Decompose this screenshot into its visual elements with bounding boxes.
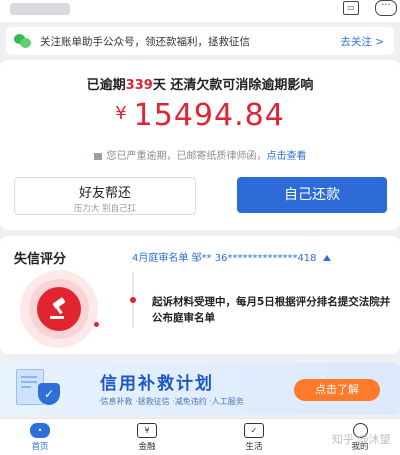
speaker-icon: [93, 153, 102, 160]
overdue-days: 339: [125, 78, 153, 93]
tab-home[interactable]: • 首页: [10, 423, 70, 452]
overdue-suffix: 天 还清欠款可消除逾期影响: [152, 78, 314, 93]
life-icon: ✓: [244, 423, 264, 438]
credit-score-title: 失信评分: [14, 252, 67, 267]
home-icon: •: [30, 423, 50, 438]
gavel-icon: [37, 287, 81, 331]
view-link[interactable]: 点击查看: [267, 151, 307, 162]
currency-symbol: ¥: [115, 103, 128, 124]
status-bar: ▭ ···: [0, 0, 400, 22]
tab-home-label: 首页: [31, 442, 49, 452]
court-list-ticker[interactable]: 4月庭审名单 邹** 36**************418: [132, 249, 331, 264]
banner-title: 信用补救计划: [100, 374, 214, 394]
follow-link[interactable]: 去关注 >: [340, 34, 384, 49]
yen-icon: ¥: [137, 423, 157, 438]
self-repay-button[interactable]: 自己还款: [237, 177, 387, 213]
blurred-header-text: [10, 3, 70, 15]
overdue-prefix: 已逾期: [86, 78, 126, 93]
progress-dot: [94, 322, 99, 327]
lawyer-letter-warning: 您已严重逾期，已邮寄纸质律师函，点击查看: [0, 147, 400, 162]
learn-more-button[interactable]: 点击了解: [294, 379, 380, 401]
timeline-dot: [130, 297, 136, 303]
message-icon[interactable]: ▭: [343, 1, 359, 15]
banner-subtitle: ·信息补救 ·拯救征信 ·减免违约 ·人工服务: [98, 397, 244, 406]
tab-life[interactable]: ✓ 生活: [224, 423, 284, 452]
friend-repay-label: 好友帮还: [78, 186, 131, 201]
friend-repay-sublabel: 压力大 别自己扛: [73, 204, 137, 214]
shield-icon: ✓: [38, 383, 60, 405]
tab-finance[interactable]: ¥ 金融: [117, 423, 177, 452]
warning-text: 您已严重逾期，已邮寄纸质律师函，: [106, 151, 267, 162]
tab-life-label: 生活: [245, 442, 263, 452]
watermark: 知乎 @沐望: [332, 433, 391, 446]
debt-amount: ¥15494.84: [0, 98, 400, 133]
friend-repay-button[interactable]: 好友帮还 压力大 别自己扛: [14, 177, 196, 215]
process-status-text: 起诉材料受理中，每月5日根据评分排名提交法院并公布庭审名单: [152, 296, 391, 324]
wechat-icon: [14, 34, 32, 48]
court-list-text: 4月庭审名单 邹** 36**************418: [132, 253, 317, 264]
triangle-up-icon: [322, 255, 331, 261]
credit-rescue-banner[interactable]: ✓ 信用补救计划 ·信息补救 ·拯救征信 ·减免违约 ·人工服务 点击了解: [0, 363, 400, 415]
overdue-status: 已逾期339天 还清欠款可消除逾期影响: [0, 74, 400, 93]
notice-text: 关注账单助手公众号，领还款福利，拯救征信: [40, 35, 250, 48]
amount-value: 15494.84: [133, 98, 285, 133]
tab-finance-label: 金融: [138, 442, 156, 452]
follow-notice-bar[interactable]: 关注账单助手公众号，领还款福利，拯救征信 去关注 >: [6, 27, 394, 55]
more-icon[interactable]: ···: [375, 0, 397, 16]
